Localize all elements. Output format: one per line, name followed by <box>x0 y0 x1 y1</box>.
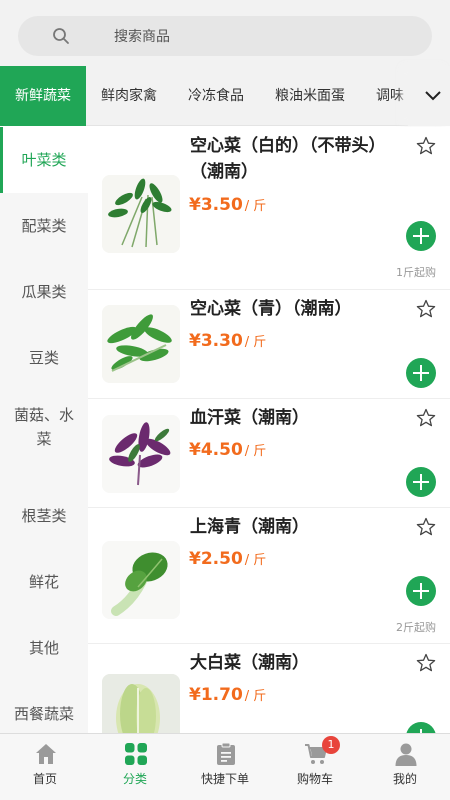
bottom-safe-area <box>0 792 450 800</box>
product-card[interactable]: 大白菜（潮南） ¥1.70/ 斤 <box>88 644 450 733</box>
sidebar-item-label: 菌菇、水 <box>13 406 74 424</box>
product-image[interactable] <box>102 305 180 383</box>
sidebar-item-root[interactable]: 根茎类 <box>0 483 88 549</box>
product-card[interactable]: 空心菜（白的）（不带头）（潮南） ¥3.50/ 斤 1斤起购 <box>88 127 450 290</box>
tab-grain-oil-egg[interactable]: 粮油米面蛋 <box>275 66 345 126</box>
product-image[interactable] <box>102 674 180 733</box>
product-image[interactable] <box>102 541 180 619</box>
star-icon[interactable] <box>416 408 436 428</box>
price-unit: / 斤 <box>244 553 267 568</box>
product-image[interactable] <box>102 415 180 493</box>
tab-fresh-vegetables[interactable]: 新鲜蔬菜 <box>0 66 86 126</box>
sidebar-item-label: 鲜花 <box>28 573 59 591</box>
category-icon <box>125 743 147 765</box>
product-name: 空心菜（白的）（不带头）（潮南） <box>190 136 386 182</box>
add-to-cart-button[interactable] <box>406 221 436 251</box>
nav-home[interactable]: 首页 <box>0 734 90 793</box>
product-price: ¥2.50/ 斤 <box>189 549 266 569</box>
nav-label: 首页 <box>32 772 57 786</box>
search-bar[interactable]: 搜索商品 <box>18 16 432 56</box>
tab-seasoning[interactable]: 调味 <box>376 66 404 126</box>
sidebar-item-side-dish[interactable]: 配菜类 <box>0 193 88 259</box>
nav-label: 购物车 <box>296 772 333 786</box>
sidebar-item-label: 菜 <box>36 430 52 448</box>
nav-label: 分类 <box>122 772 147 786</box>
add-to-cart-button[interactable] <box>406 722 436 733</box>
product-price: ¥3.30/ 斤 <box>189 331 266 351</box>
price-value: ¥2.50 <box>189 549 243 569</box>
sidebar-item-label: 其他 <box>28 639 59 657</box>
sidebar-item-label: 西餐蔬菜 <box>13 705 74 723</box>
add-to-cart-button[interactable] <box>406 467 436 497</box>
tab-frozen-food[interactable]: 冷冻食品 <box>188 66 244 126</box>
search-icon <box>53 28 69 44</box>
price-unit: / 斤 <box>244 335 267 350</box>
star-icon[interactable] <box>416 517 436 537</box>
sidebar-item-label: 叶菜类 <box>21 151 67 169</box>
top-bar: 搜索商品 <box>0 0 450 66</box>
sidebar-item-flowers[interactable]: 鲜花 <box>0 549 88 615</box>
product-name: 血汗菜（潮南） <box>190 408 309 428</box>
product-list: 空心菜（白的）（不带头）（潮南） ¥3.50/ 斤 1斤起购 空心菜（青）（潮南… <box>88 127 450 733</box>
price-unit: / 斤 <box>244 689 267 704</box>
price-value: ¥4.50 <box>189 440 243 460</box>
sidebar-item-melon-fruit[interactable]: 瓜果类 <box>0 259 88 325</box>
product-name: 空心菜（青）（潮南） <box>190 299 352 319</box>
price-unit: / 斤 <box>244 199 267 214</box>
sidebar-item-western[interactable]: 西餐蔬菜 <box>0 681 88 733</box>
product-price: ¥4.50/ 斤 <box>189 440 266 460</box>
sidebar-item-other[interactable]: 其他 <box>0 615 88 681</box>
sidebar-item-label: 配菜类 <box>21 217 67 235</box>
star-icon[interactable] <box>416 653 436 673</box>
home-icon <box>36 744 56 764</box>
min-purchase-note: 1斤起购 <box>396 266 436 279</box>
nav-label: 快捷下单 <box>200 772 249 786</box>
product-card[interactable]: 血汗菜（潮南） ¥4.50/ 斤 <box>88 399 450 508</box>
product-image[interactable] <box>102 175 180 253</box>
user-icon <box>395 743 417 766</box>
add-to-cart-button[interactable] <box>406 358 436 388</box>
product-price: ¥3.50/ 斤 <box>189 195 266 215</box>
price-value: ¥3.30 <box>189 331 243 351</box>
sidebar-item-label: 豆类 <box>28 349 59 367</box>
min-purchase-note: 2斤起购 <box>396 621 436 634</box>
quick-order-icon <box>217 742 235 765</box>
add-to-cart-button[interactable] <box>406 576 436 606</box>
search-placeholder: 搜索商品 <box>114 29 170 45</box>
more-tabs-button[interactable] <box>408 66 450 126</box>
tab-meat-poultry[interactable]: 鲜肉家禽 <box>101 66 157 126</box>
nav-cart[interactable]: 1 购物车 <box>270 734 360 793</box>
nav-category[interactable]: 分类 <box>90 734 180 793</box>
cart-badge: 1 <box>322 736 340 754</box>
product-name: 大白菜（潮南） <box>190 653 309 673</box>
price-unit: / 斤 <box>244 444 267 459</box>
sidebar-item-beans[interactable]: 豆类 <box>0 325 88 391</box>
product-name: 上海青（潮南） <box>190 517 309 537</box>
price-value: ¥1.70 <box>189 685 243 705</box>
star-icon[interactable] <box>416 299 436 319</box>
product-card[interactable]: 上海青（潮南） ¥2.50/ 斤 2斤起购 <box>88 508 450 644</box>
product-card[interactable]: 空心菜（青）（潮南） ¥3.30/ 斤 <box>88 290 450 399</box>
nav-quick-order[interactable]: 快捷下单 <box>180 734 270 793</box>
nav-mine[interactable]: 我的 <box>360 734 450 793</box>
price-value: ¥3.50 <box>189 195 243 215</box>
chevron-down-icon <box>425 91 441 101</box>
sidebar-item-mushroom[interactable]: 菌菇、水 菜 <box>0 403 88 473</box>
star-icon[interactable] <box>416 136 436 156</box>
bottom-nav: 首页 分类 快捷下单 1 购物车 我的 <box>0 733 450 792</box>
product-price: ¥1.70/ 斤 <box>189 685 266 705</box>
category-tabs: 新鲜蔬菜 鲜肉家禽 冷冻食品 粮油米面蛋 调味 <box>0 66 450 126</box>
nav-label: 我的 <box>392 772 417 786</box>
sidebar-item-label: 根茎类 <box>21 507 67 525</box>
sidebar-item-leafy[interactable]: 叶菜类 <box>0 127 88 193</box>
subcategory-sidebar: 叶菜类 配菜类 瓜果类 豆类 菌菇、水 菜 根茎类 鲜花 其他 西餐蔬菜 <box>0 127 88 733</box>
sidebar-item-label: 瓜果类 <box>21 283 67 301</box>
